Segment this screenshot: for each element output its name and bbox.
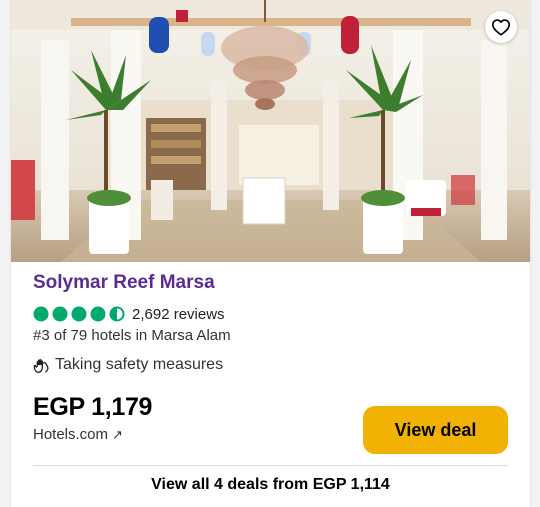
review-count[interactable]: 2,692 reviews [132, 306, 225, 323]
rating-bubbles [33, 306, 125, 322]
external-link-icon: ↗ [112, 426, 123, 442]
hotel-photo[interactable] [11, 0, 530, 262]
rating-bubble-full-icon [90, 306, 106, 322]
hands-icon [33, 358, 49, 373]
rating-bubble-full-icon [33, 306, 49, 322]
rating-bubble-full-icon [71, 306, 87, 322]
favorite-button[interactable] [485, 11, 517, 43]
lobby-image [11, 0, 530, 262]
provider-name[interactable]: Hotels.com [33, 426, 108, 443]
view-deal-button[interactable]: View deal [363, 406, 508, 454]
view-all-deals-link[interactable]: View all 4 deals from EGP 1,114 [11, 476, 530, 494]
hotel-name-link[interactable]: Solymar Reef Marsa [33, 272, 215, 294]
price: EGP 1,179 [33, 393, 153, 421]
safety-measures: Taking safety measures [33, 356, 223, 374]
hotel-card[interactable]: Solymar Reef Marsa 2,692 reviews #3 of 7… [11, 0, 530, 507]
hotel-rank: #3 of 79 hotels in Marsa Alam [33, 327, 231, 344]
provider-link[interactable]: Hotels.com ↗ [33, 426, 123, 443]
heart-icon [492, 19, 510, 36]
divider [33, 465, 508, 466]
rating-bubble-full-icon [52, 306, 68, 322]
rating-bubble-half-icon [109, 306, 125, 322]
safety-label: Taking safety measures [55, 356, 224, 373]
rating-row[interactable]: 2,692 reviews [33, 304, 225, 324]
